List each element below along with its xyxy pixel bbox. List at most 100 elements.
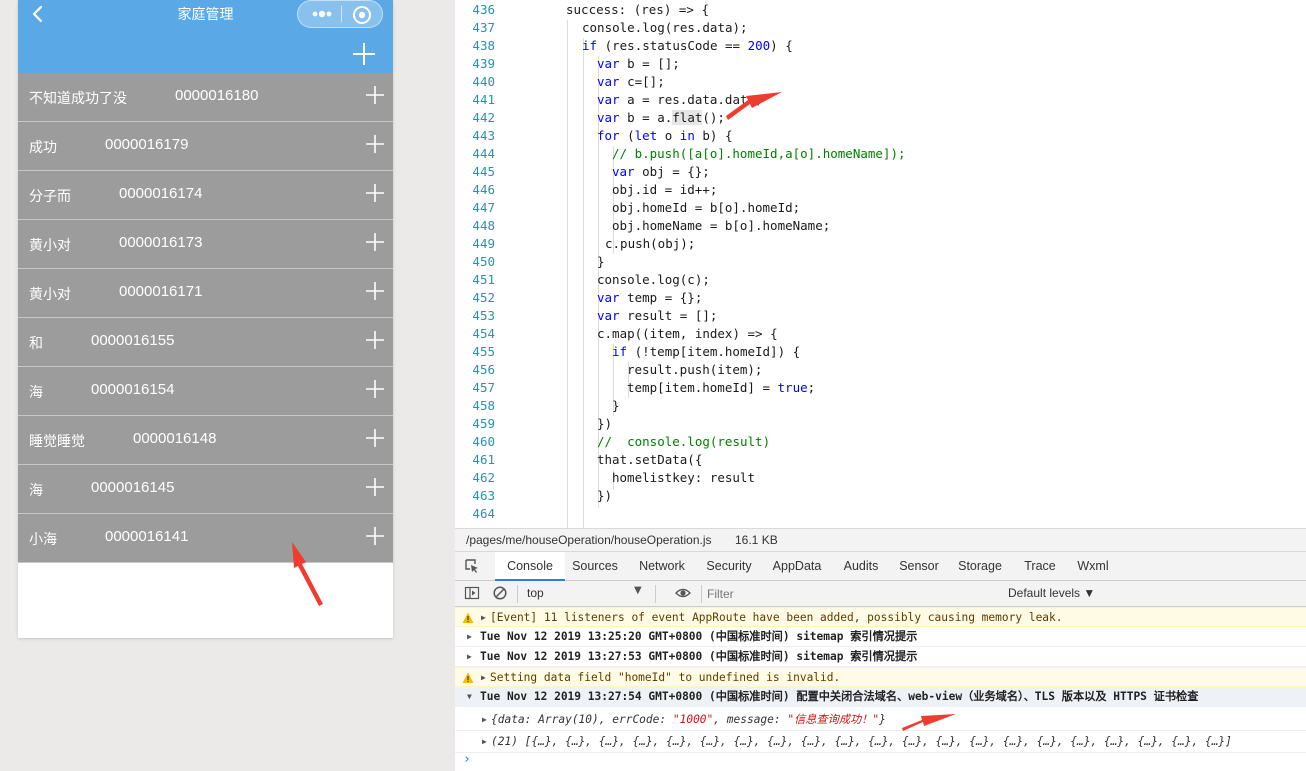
console-object[interactable]: ▶ {data: Array(10), errCode: "1000", mes… xyxy=(455,709,1306,731)
house-row[interactable]: 海 0000016154 xyxy=(18,367,393,416)
expand-triangle-icon[interactable]: ▼ xyxy=(467,687,472,706)
code-line[interactable]: var b = []; xyxy=(597,55,680,73)
plus-icon[interactable] xyxy=(365,526,385,546)
console-message[interactable]: ▶ Tue Nov 12 2019 13:27:53 GMT+0800 (中国标… xyxy=(455,647,1306,667)
inspect-element-icon[interactable] xyxy=(464,558,480,574)
chevron-down-icon[interactable]: ▼ xyxy=(634,585,642,596)
code-line[interactable]: }) xyxy=(597,415,612,433)
plus-icon[interactable] xyxy=(365,85,385,105)
console-output[interactable]: ▶ [Event] 11 listeners of event AppRoute… xyxy=(455,607,1306,771)
house-row[interactable]: 黄小对 0000016171 xyxy=(18,269,393,318)
code-line[interactable]: var result = []; xyxy=(597,307,717,325)
code-line[interactable]: that.setData({ xyxy=(597,451,702,469)
expand-triangle-icon[interactable]: ▶ xyxy=(482,709,487,730)
console-array[interactable]: ▶ (21) [{…}, {…}, {…}, {…}, {…}, {…}, {…… xyxy=(455,731,1306,753)
code-line[interactable]: if (!temp[item.homeId]) { xyxy=(612,343,800,361)
tab-sensor[interactable]: Sensor xyxy=(893,552,945,581)
tab-appdata[interactable]: AppData xyxy=(765,552,829,581)
house-row[interactable]: 睡觉睡觉 0000016148 xyxy=(18,416,393,465)
house-id: 0000016148 xyxy=(133,430,217,447)
tab-trace[interactable]: Trace xyxy=(1015,552,1065,581)
more-dots-icon[interactable] xyxy=(306,1,340,27)
clear-console-icon[interactable] xyxy=(492,585,508,601)
tab-security[interactable]: Security xyxy=(699,552,759,581)
house-name: 海 xyxy=(29,483,43,499)
house-name: 小海 xyxy=(29,532,57,548)
code-line[interactable]: // console.log(result) xyxy=(597,433,770,451)
add-house-icon[interactable] xyxy=(351,41,377,67)
code-line[interactable]: var c=[]; xyxy=(597,73,665,91)
house-id: 0000016154 xyxy=(91,381,175,398)
console-message-warning[interactable]: ▶ [Event] 11 listeners of event AppRoute… xyxy=(455,607,1306,627)
plus-icon[interactable] xyxy=(365,281,385,301)
warning-icon xyxy=(462,672,474,683)
console-message-warning[interactable]: ▶ Setting data field "homeId" to undefin… xyxy=(455,667,1306,687)
tab-wxml[interactable]: Wxml xyxy=(1069,552,1117,581)
line-number: 453 xyxy=(472,308,495,323)
house-row[interactable]: 黄小对 0000016173 xyxy=(18,220,393,269)
plus-icon[interactable] xyxy=(365,379,385,399)
code-line[interactable]: console.log(c); xyxy=(597,271,710,289)
console-toolbar: top ▼ Default levels ▼ xyxy=(455,581,1306,607)
plus-icon[interactable] xyxy=(365,428,385,448)
code-line[interactable]: var temp = {}; xyxy=(597,289,702,307)
close-target-icon[interactable] xyxy=(350,3,374,27)
code-line[interactable]: // b.push([a[o].homeId,a[o].homeName]); xyxy=(612,145,906,163)
expand-triangle-icon[interactable]: ▶ xyxy=(467,627,472,646)
code-line[interactable]: obj.homeName = b[o].homeName; xyxy=(612,217,830,235)
tab-storage[interactable]: Storage xyxy=(951,552,1009,581)
code-line[interactable]: homelistkey: result xyxy=(612,469,755,487)
house-row[interactable]: 成功 0000016179 xyxy=(18,122,393,171)
annotation-arrow xyxy=(726,92,782,120)
code-line[interactable]: var b = a.flat(); xyxy=(597,109,725,127)
tab-console[interactable]: Console xyxy=(495,552,565,581)
log-levels-select[interactable]: Default levels ▼ xyxy=(1008,586,1095,600)
sidebar-toggle-icon[interactable] xyxy=(464,585,480,601)
plus-icon[interactable] xyxy=(365,477,385,497)
house-row[interactable]: 和 0000016155 xyxy=(18,318,393,367)
code-editor[interactable]: 436 437 438 439 440 441 442 443 444 445 446 447 448 4… xyxy=(455,0,1306,528)
line-number: 461 xyxy=(472,452,495,467)
context-select[interactable]: top xyxy=(527,586,544,600)
code-line[interactable]: c.map((item, index) => { xyxy=(597,325,778,343)
house-row[interactable]: 海 0000016145 xyxy=(18,465,393,514)
tab-sources[interactable]: Sources xyxy=(565,552,625,581)
console-message[interactable]: ▶ Tue Nov 12 2019 13:25:20 GMT+0800 (中国标… xyxy=(455,627,1306,647)
toolbar-divider xyxy=(517,585,518,603)
code-line[interactable]: }) xyxy=(597,487,612,505)
expand-triangle-icon[interactable]: ▶ xyxy=(481,668,486,686)
code-area[interactable]: success: (res) => {console.log(res.data)… xyxy=(507,0,1306,528)
code-line[interactable]: temp[item.homeId] = true; xyxy=(627,379,815,397)
line-number: 440 xyxy=(472,74,495,89)
expand-triangle-icon[interactable]: ▶ xyxy=(482,731,487,752)
code-line[interactable]: obj.id = id++; xyxy=(612,181,717,199)
plus-icon[interactable] xyxy=(365,134,385,154)
plus-icon[interactable] xyxy=(365,232,385,252)
code-line[interactable]: success: (res) => { xyxy=(566,1,709,19)
eye-icon[interactable] xyxy=(675,585,691,601)
plus-icon[interactable] xyxy=(365,330,385,350)
code-line[interactable]: for (let o in b) { xyxy=(597,127,733,145)
code-line[interactable]: c.push(obj); xyxy=(605,235,695,253)
tab-audits[interactable]: Audits xyxy=(835,552,887,581)
house-row[interactable]: 不知道成功了没 0000016180 xyxy=(18,73,393,122)
code-line[interactable]: var obj = {}; xyxy=(612,163,710,181)
code-line[interactable]: result.push(item); xyxy=(627,361,762,379)
code-line[interactable]: } xyxy=(597,253,605,271)
house-row[interactable]: 分子而 0000016174 xyxy=(18,171,393,220)
code-line[interactable]: obj.homeId = b[o].homeId; xyxy=(612,199,800,217)
tab-network[interactable]: Network xyxy=(631,552,693,581)
house-row[interactable]: 小海 0000016141 xyxy=(18,514,393,563)
expand-triangle-icon[interactable]: ▶ xyxy=(481,608,486,626)
plus-icon[interactable] xyxy=(365,183,385,203)
code-line[interactable]: console.log(res.data); xyxy=(582,19,748,37)
console-prompt[interactable]: › xyxy=(463,752,471,767)
line-number: 448 xyxy=(472,218,495,233)
code-line[interactable]: } xyxy=(612,397,620,415)
file-path: /pages/me/houseOperation/houseOperation.… xyxy=(466,533,712,547)
console-group-header[interactable]: ▼ Tue Nov 12 2019 13:27:54 GMT+0800 (中国标… xyxy=(455,687,1306,707)
filter-input[interactable] xyxy=(707,585,997,603)
code-line[interactable]: if (res.statusCode == 200) { xyxy=(582,37,793,55)
devtools-tab-bar: Console Sources Network Security AppData… xyxy=(455,552,1306,581)
expand-triangle-icon[interactable]: ▶ xyxy=(467,647,472,666)
